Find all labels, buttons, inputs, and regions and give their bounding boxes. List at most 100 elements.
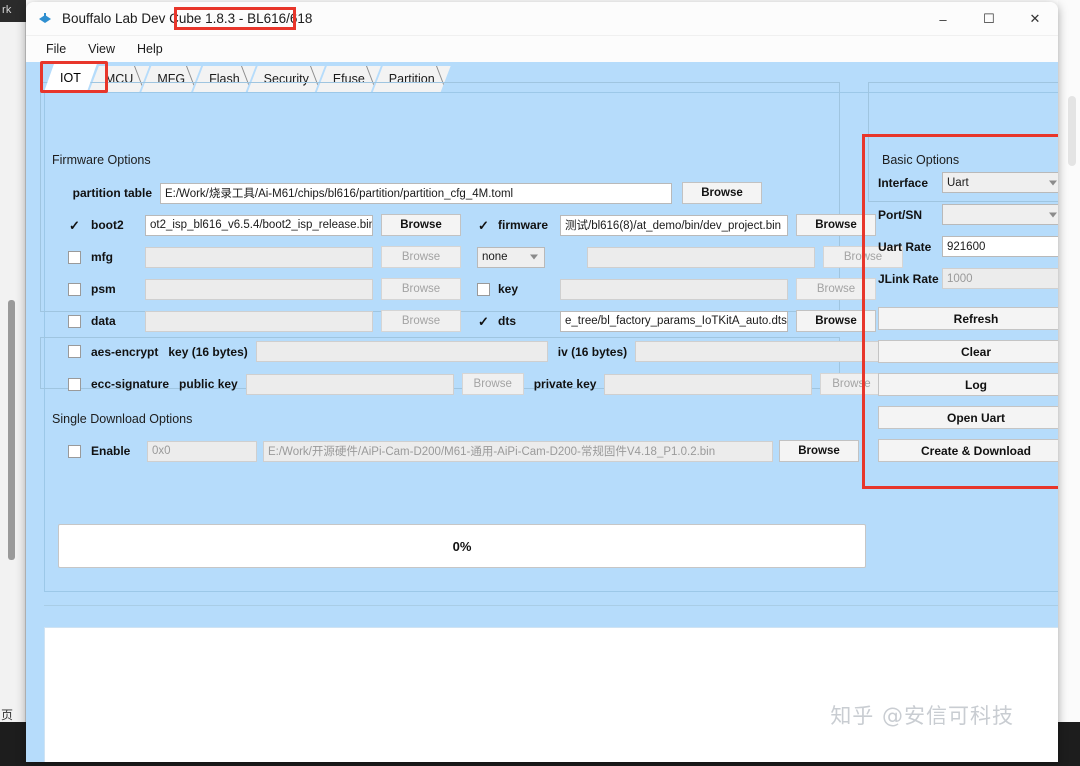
single-download-file-input[interactable]: E:/Work/开源硬件/AiPi-Cam-D200/M61-通用-AiPi-C… [263, 440, 773, 462]
progress-value: 0% [452, 538, 472, 554]
interface-row: Interface Uart [878, 172, 1058, 193]
port-sn-label: Port/SN [878, 207, 923, 222]
private-key-input[interactable] [604, 373, 813, 395]
partition-table-input[interactable]: E:/Work/烧录工具/Ai-M61/chips/bl616/partitio… [160, 182, 672, 204]
jlink-rate-input[interactable]: 1000 [942, 268, 1058, 289]
aes-encrypt-row: aes-encrypt key (16 bytes) iv (16 bytes) [68, 341, 928, 362]
boot2-label: boot2 [91, 218, 124, 232]
menu-item-help[interactable]: Help [135, 40, 165, 58]
psm-row: psm Browse key Browse [68, 278, 876, 300]
chevron-down-icon [1049, 212, 1057, 217]
data-row: data Browse dts e_tree/bl_factory_params… [68, 310, 876, 332]
aes-key-label: key (16 bytes) [168, 344, 248, 359]
jlink-rate-row: JLink Rate 1000 [878, 268, 1058, 289]
single-download-options-title: Single Download Options [48, 412, 197, 426]
psm-browse-button: Browse [381, 278, 461, 300]
chevron-down-icon [1049, 180, 1057, 185]
menu-bar: File View Help [26, 36, 1058, 62]
ecc-signature-checkbox[interactable] [68, 377, 81, 391]
public-key-label: public key [179, 377, 238, 391]
boot2-checkbox[interactable] [68, 218, 81, 232]
partition-table-browse-button[interactable]: Browse [682, 182, 762, 204]
partition-table-label: partition table [72, 186, 152, 200]
uart-rate-label: Uart Rate [878, 239, 932, 254]
menu-item-file[interactable]: File [44, 40, 68, 58]
single-download-enable-label: Enable [91, 444, 131, 458]
create-and-download-button[interactable]: Create & Download [878, 439, 1058, 462]
open-uart-button[interactable]: Open Uart [878, 406, 1058, 429]
background-left-character: 页 [1, 708, 14, 722]
firmware-checkbox[interactable] [477, 218, 490, 232]
mfg-row: mfg Browse none Browse [68, 246, 903, 268]
single-download-address-input[interactable]: 0x0 [147, 440, 257, 462]
public-key-browse-button: Browse [461, 373, 524, 395]
minimize-button[interactable]: – [920, 2, 966, 36]
interface-combo[interactable]: Uart [942, 172, 1058, 193]
menu-item-view[interactable]: View [86, 40, 117, 58]
ecc-signature-row: ecc-signature public key Browse private … [68, 373, 883, 395]
mfg-input[interactable] [145, 246, 373, 268]
media-type-combo-value: none [482, 251, 508, 263]
partition-table-row: partition table E:/Work/烧录工具/Ai-M61/chip… [64, 182, 762, 204]
firmware-browse-button[interactable]: Browse [796, 214, 876, 236]
aes-iv-label: iv (16 bytes) [557, 344, 628, 359]
title-bar[interactable]: Bouffalo Lab Dev Cube 1.8.3 - BL616/618 … [26, 2, 1058, 36]
key-input[interactable] [560, 278, 788, 300]
aes-key-input[interactable] [255, 341, 548, 362]
firmware-options-title: Firmware Options [48, 153, 155, 167]
key-label: key [498, 282, 519, 296]
maximize-button[interactable]: ☐ [966, 2, 1012, 36]
single-download-row: Enable 0x0 E:/Work/开源硬件/AiPi-Cam-D200/M6… [68, 440, 859, 462]
firmware-input[interactable]: 测试/bl616(8)/at_demo/bin/dev_project.bin [560, 214, 788, 236]
client-area: IOT MCU MFG Flash Security Efuse Partiti… [26, 61, 1058, 762]
key-checkbox[interactable] [477, 282, 490, 296]
single-download-enable-checkbox[interactable] [68, 444, 81, 458]
watermark-text: 知乎 @安信可科技 [830, 704, 1014, 728]
window-title: Bouffalo Lab Dev Cube 1.8.3 - BL616/618 [62, 11, 313, 26]
basic-options-title: Basic Options [878, 153, 964, 167]
boot2-row: boot2 ot2_isp_bl616_v6.5.4/boot2_isp_rel… [68, 214, 876, 236]
data-input[interactable] [145, 310, 373, 332]
dts-label: dts [498, 314, 516, 328]
aes-encrypt-label: aes-encrypt [91, 344, 159, 359]
interface-combo-value: Uart [947, 176, 969, 189]
dts-input[interactable]: e_tree/bl_factory_params_IoTKitA_auto.dt… [560, 310, 788, 332]
close-button[interactable]: ✕ [1012, 2, 1058, 36]
panel-separator [44, 605, 1058, 606]
log-output-area[interactable] [44, 627, 1058, 762]
boot2-browse-button[interactable]: Browse [381, 214, 461, 236]
port-sn-row: Port/SN [878, 204, 1058, 225]
dts-checkbox[interactable] [477, 314, 490, 328]
psm-input[interactable] [145, 278, 373, 300]
chevron-down-icon [530, 254, 538, 260]
refresh-button[interactable]: Refresh [878, 307, 1058, 330]
dts-browse-button[interactable]: Browse [796, 310, 876, 332]
app-logo-icon [36, 10, 54, 28]
single-download-browse-button[interactable]: Browse [779, 440, 859, 462]
log-button[interactable]: Log [878, 373, 1058, 396]
ecc-signature-label: ecc-signature [91, 377, 170, 391]
aes-encrypt-checkbox[interactable] [68, 345, 81, 358]
mfg-label: mfg [91, 250, 113, 264]
data-browse-button: Browse [381, 310, 461, 332]
firmware-label: firmware [498, 218, 549, 232]
uart-rate-input[interactable]: 921600 [942, 236, 1058, 257]
private-key-label: private key [533, 377, 597, 391]
window-controls: – ☐ ✕ [920, 2, 1058, 36]
background-right-scrollbar[interactable] [1068, 96, 1076, 166]
desktop-left-dark-strip: rk [0, 0, 26, 22]
psm-checkbox[interactable] [68, 282, 81, 296]
port-sn-combo[interactable] [942, 204, 1058, 225]
mfg-checkbox[interactable] [68, 250, 81, 264]
uart-rate-row: Uart Rate 921600 [878, 236, 1058, 257]
private-key-browse-button: Browse [820, 373, 883, 395]
psm-label: psm [91, 282, 116, 296]
clear-button[interactable]: Clear [878, 340, 1058, 363]
media-type-combo[interactable]: none [477, 246, 545, 268]
background-scrollbar-thumb[interactable] [8, 300, 15, 560]
media-input[interactable] [587, 246, 815, 268]
data-checkbox[interactable] [68, 314, 81, 328]
boot2-input[interactable]: ot2_isp_bl616_v6.5.4/boot2_isp_release.b… [145, 214, 373, 236]
key-browse-button: Browse [796, 278, 876, 300]
public-key-input[interactable] [245, 373, 454, 395]
